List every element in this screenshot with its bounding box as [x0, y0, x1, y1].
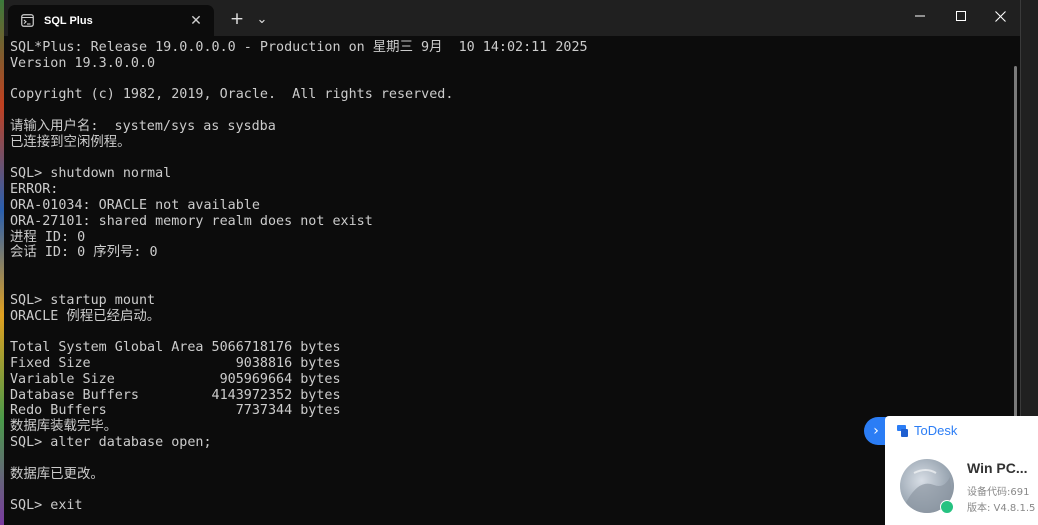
console-line: Variable Size 905969664 bytes	[10, 371, 341, 387]
console-line: Copyright (c) 1982, 2019, Oracle. All ri…	[10, 87, 454, 103]
terminal-icon	[20, 14, 34, 28]
todesk-brand: ToDesk	[914, 423, 958, 438]
maximize-button[interactable]	[941, 0, 981, 32]
todesk-panel: ToDesk Win PC... 设备代码:691 版本: V4.8.1.5	[885, 416, 1038, 525]
online-status-badge	[940, 500, 954, 514]
console-line: 数据库已更改。	[10, 466, 104, 482]
console-line: Fixed Size 9038816 bytes	[10, 355, 341, 371]
todesk-logo-icon	[897, 424, 908, 437]
console-line: ERROR:	[10, 182, 59, 198]
console-line: 请输入用户名: system/sys as sysdba	[10, 118, 276, 134]
chevron-right-icon: ›	[873, 423, 879, 439]
tab-sql-plus[interactable]: SQL Plus ✕	[8, 5, 214, 36]
console-line: SQL> exit	[10, 498, 83, 514]
console-line: SQL*Plus: Release 19.0.0.0.0 - Productio…	[10, 40, 588, 55]
plus-icon: +	[229, 9, 245, 29]
new-tab-button[interactable]: +	[226, 8, 248, 30]
tab-dropdown-button[interactable]: ⌄	[252, 8, 272, 30]
console-line: SQL> shutdown normal	[10, 166, 172, 182]
console-line: Database Buffers 4143972352 bytes	[10, 387, 341, 403]
console-line: Total System Global Area 5066718176 byte…	[10, 340, 341, 356]
console-line: 已连接到空闲例程。	[10, 134, 131, 150]
maximize-icon	[956, 11, 966, 21]
console-line: Version 19.3.0.0.0	[10, 55, 156, 71]
device-name: Win PC...	[967, 460, 1028, 476]
console-line: 进程 ID: 0	[10, 229, 86, 245]
app-version: 版本: V4.8.1.5	[967, 503, 1036, 514]
console-line: Redo Buffers 7737344 bytes	[10, 403, 341, 419]
minimize-button[interactable]	[900, 0, 940, 32]
chevron-down-icon: ⌄	[256, 11, 268, 27]
tab-title: SQL Plus	[44, 14, 93, 27]
screen: SQL Plus ✕ + ⌄ SQL*Plus: Release 19.0.0.…	[0, 0, 1038, 525]
console-line: ORA-27101: shared memory realm does not …	[10, 213, 373, 229]
close-tab-icon[interactable]: ✕	[186, 11, 206, 31]
todesk-header: ToDesk	[897, 423, 957, 438]
close-window-button[interactable]	[980, 0, 1020, 32]
minimize-icon	[915, 15, 925, 17]
console-line: 数据库装载完毕。	[10, 419, 118, 435]
title-bar[interactable]: SQL Plus ✕ + ⌄	[4, 0, 1020, 36]
device-code: 设备代码:691	[967, 487, 1030, 498]
terminal-window: SQL Plus ✕ + ⌄ SQL*Plus: Release 19.0.0.…	[4, 0, 1021, 525]
close-icon	[994, 10, 1006, 22]
console-line: 会话 ID: 0 序列号: 0	[10, 245, 158, 261]
console-output[interactable]: SQL*Plus: Release 19.0.0.0.0 - Productio…	[10, 40, 1000, 525]
console-line: ORACLE 例程已经启动。	[10, 308, 161, 324]
console-line: SQL> startup mount	[10, 292, 156, 308]
console-line: ORA-01034: ORACLE not available	[10, 197, 260, 213]
console-line: SQL> alter database open;	[10, 434, 212, 450]
